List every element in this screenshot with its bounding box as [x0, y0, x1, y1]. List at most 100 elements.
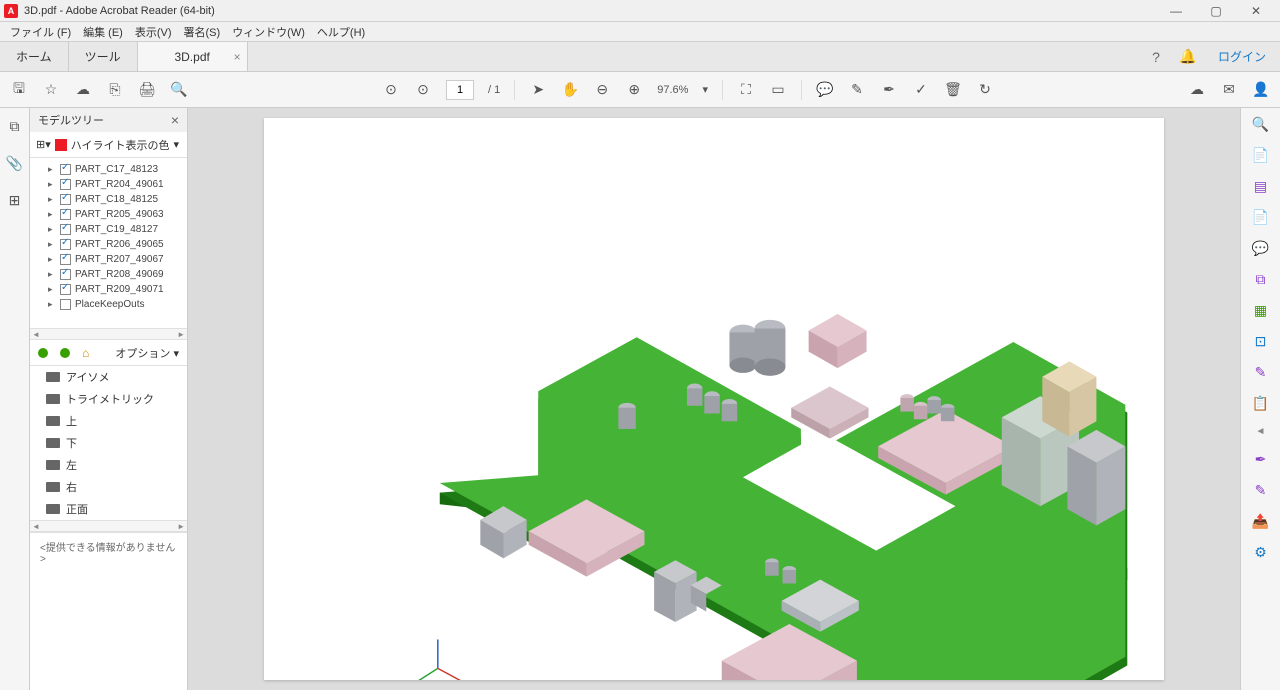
comment-tool-icon[interactable]: 💬 [1252, 240, 1269, 257]
menu-edit[interactable]: 編集 (E) [79, 22, 127, 42]
zoom-dropdown-icon[interactable]: ▾ [702, 83, 708, 96]
zoom-tool-icon[interactable]: 🔍 [1252, 116, 1269, 133]
more-tools-icon[interactable]: ⚙ [1254, 544, 1267, 561]
redact-icon[interactable]: ✎ [1255, 364, 1267, 381]
checkbox[interactable] [60, 284, 71, 295]
checkbox[interactable] [60, 239, 71, 250]
protect-icon[interactable]: 📋 [1252, 395, 1269, 412]
profile-icon[interactable]: 👤 [1252, 81, 1270, 99]
zoom-level[interactable]: 97.6% [657, 84, 688, 96]
views-hscroll[interactable]: ◄► [30, 520, 187, 532]
model-tree-icon[interactable]: ⊞ [9, 192, 21, 209]
zoom-out-icon[interactable]: ⊖ [593, 81, 611, 99]
comment-icon[interactable]: 💬 [816, 81, 834, 99]
3d-model-view[interactable] [264, 118, 1164, 680]
checkbox[interactable] [60, 269, 71, 280]
checkbox[interactable] [60, 209, 71, 220]
tree-item[interactable]: ▸PART_R205_49063 [30, 207, 187, 222]
page-input[interactable] [446, 80, 474, 100]
maximize-button[interactable]: ▢ [1196, 0, 1236, 22]
save-icon[interactable]: 🖫 [10, 81, 28, 99]
sidebar-close-icon[interactable]: × [171, 112, 179, 128]
stamp-icon[interactable]: ✓ [912, 81, 930, 99]
sign-icon[interactable]: ✒ [880, 81, 898, 99]
create-pdf-icon[interactable]: 📄 [1252, 209, 1269, 226]
tab-document[interactable]: 3D.pdf × [138, 42, 248, 71]
expander-icon[interactable]: ▸ [48, 224, 56, 235]
thumbnails-icon[interactable]: ⧉ [10, 118, 20, 135]
collapse-all-icon[interactable] [60, 348, 70, 358]
tree-item[interactable]: ▸PART_R209_49071 [30, 282, 187, 297]
checkbox[interactable] [60, 164, 71, 175]
tab-home[interactable]: ホーム [0, 42, 69, 71]
tree-item[interactable]: ▸PART_C17_48123 [30, 162, 187, 177]
expander-icon[interactable]: ▸ [48, 254, 56, 265]
fit-width-icon[interactable]: ⛶ [737, 81, 755, 99]
menu-view[interactable]: 表示(V) [131, 22, 176, 42]
view-item[interactable]: 左 [30, 454, 187, 476]
tree-item[interactable]: ▸PART_R204_49061 [30, 177, 187, 192]
mail-icon[interactable]: ✉ [1220, 81, 1238, 99]
bell-icon[interactable]: 🔔 [1172, 42, 1204, 71]
page-up-icon[interactable]: ⊙ [382, 81, 400, 99]
organize-icon[interactable]: ▦ [1254, 302, 1267, 319]
menu-window[interactable]: ウィンドウ(W) [228, 22, 309, 42]
menu-sign[interactable]: 署名(S) [180, 22, 225, 42]
copy-icon[interactable]: ⎘ [106, 81, 124, 99]
tree-item[interactable]: ▸PART_R208_49069 [30, 267, 187, 282]
expander-icon[interactable]: ▸ [48, 194, 56, 205]
hand-icon[interactable]: ✋ [561, 81, 579, 99]
edit-pdf-icon[interactable]: ▤ [1254, 178, 1267, 195]
tree-item[interactable]: ▸PART_C19_48127 [30, 222, 187, 237]
pointer-icon[interactable]: ➤ [529, 81, 547, 99]
menu-help[interactable]: ヘルプ(H) [313, 22, 369, 42]
cloud-status-icon[interactable]: ☁ [1188, 81, 1206, 99]
home-view-icon[interactable]: ⌂ [82, 346, 89, 360]
checkbox[interactable] [60, 179, 71, 190]
view-item[interactable]: アイソメ [30, 366, 187, 388]
expander-icon[interactable]: ▸ [48, 209, 56, 220]
menu-file[interactable]: ファイル (F) [6, 22, 75, 42]
print-icon[interactable]: 🖨 [138, 81, 156, 99]
combine-icon[interactable]: ⧉ [1256, 271, 1266, 288]
view-item[interactable]: 右 [30, 476, 187, 498]
checkbox[interactable] [60, 299, 71, 310]
delete-icon[interactable]: 🗑 [944, 81, 962, 99]
fit-page-icon[interactable]: ▭ [769, 81, 787, 99]
zoom-in-icon[interactable]: ⊕ [625, 81, 643, 99]
expander-icon[interactable]: ▸ [48, 239, 56, 250]
page-down-icon[interactable]: ⊙ [414, 81, 432, 99]
expander-icon[interactable]: ▸ [48, 299, 56, 310]
highlight-icon[interactable]: ✎ [848, 81, 866, 99]
tree-item[interactable]: ▸PART_C18_48125 [30, 192, 187, 207]
compress-icon[interactable]: ⊡ [1255, 333, 1267, 350]
view-item[interactable]: 正面 [30, 498, 187, 520]
highlight-row[interactable]: ⊞▾ ハイライト表示の色 ▾ [30, 132, 187, 158]
expander-icon[interactable]: ▸ [48, 164, 56, 175]
expander-icon[interactable]: ▸ [48, 179, 56, 190]
tree-hscroll[interactable]: ◄► [30, 328, 187, 340]
send-icon[interactable]: 📤 [1252, 513, 1269, 530]
search-icon[interactable]: 🔍 [170, 81, 188, 99]
rotate-icon[interactable]: ↻ [976, 81, 994, 99]
model-tree[interactable]: ▸PART_C17_48123▸PART_R204_49061▸PART_C18… [30, 158, 187, 328]
tab-tools[interactable]: ツール [69, 42, 138, 71]
page-canvas[interactable] [264, 118, 1164, 680]
attachments-icon[interactable]: 📎 [6, 155, 23, 172]
options-dropdown[interactable]: オプション ▾ [115, 345, 179, 361]
tree-item[interactable]: ▸PART_R206_49065 [30, 237, 187, 252]
help-icon[interactable]: ? [1140, 42, 1172, 71]
sign-tool-icon[interactable]: ✎ [1255, 482, 1267, 499]
minimize-button[interactable]: — [1156, 0, 1196, 22]
fill-sign-icon[interactable]: ✒ [1255, 451, 1267, 468]
checkbox[interactable] [60, 224, 71, 235]
checkbox[interactable] [60, 254, 71, 265]
star-icon[interactable]: ☆ [42, 81, 60, 99]
close-button[interactable]: ✕ [1236, 0, 1276, 22]
cloud-upload-icon[interactable]: ☁ [74, 81, 92, 99]
tab-close-icon[interactable]: × [234, 50, 241, 64]
expand-all-icon[interactable] [38, 348, 48, 358]
export-pdf-icon[interactable]: 📄 [1252, 147, 1269, 164]
tree-item[interactable]: ▸PlaceKeepOuts [30, 297, 187, 312]
expander-icon[interactable]: ▸ [48, 284, 56, 295]
